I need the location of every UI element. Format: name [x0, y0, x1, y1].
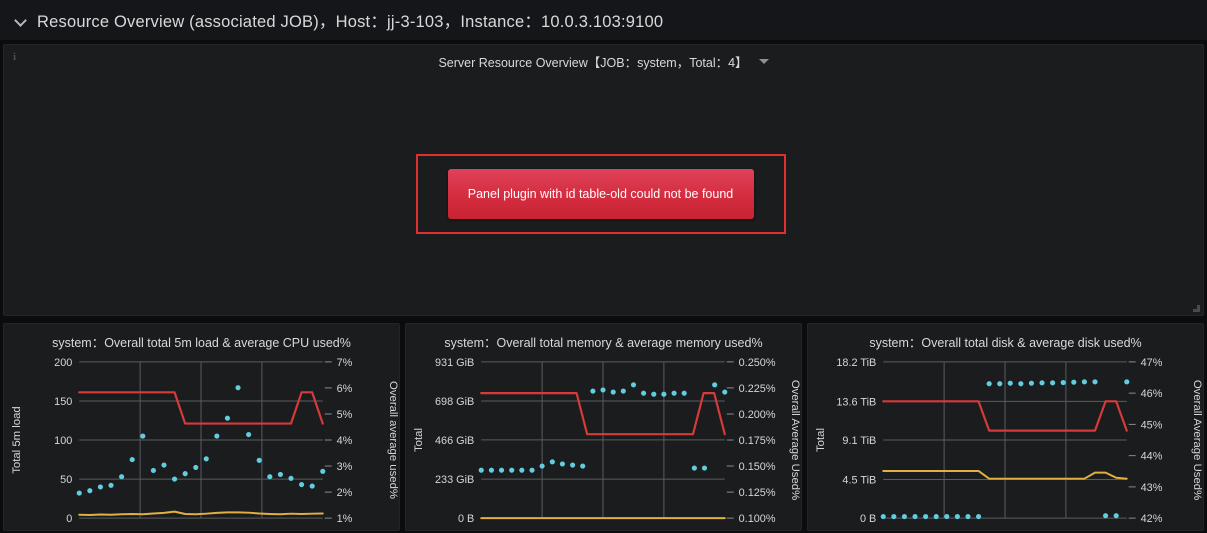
svg-text:43%: 43%	[1141, 482, 1163, 494]
svg-text:0 B: 0 B	[458, 513, 474, 525]
svg-text:0.125%: 0.125%	[739, 487, 776, 499]
svg-text:0: 0	[66, 513, 72, 525]
svg-text:6%: 6%	[337, 383, 353, 395]
svg-text:150: 150	[54, 396, 72, 408]
svg-text:698 GiB: 698 GiB	[435, 396, 474, 408]
svg-text:46%: 46%	[1141, 388, 1163, 400]
server-resource-overview-panel: i Server Resource Overview【JOB：system，To…	[3, 44, 1204, 316]
chart-panel-memory: system：Overall total memory & average me…	[405, 323, 802, 531]
svg-text:233 GiB: 233 GiB	[435, 474, 474, 486]
dashboard-header: Resource Overview (associated JOB)，Host：…	[0, 0, 1207, 41]
svg-text:2%: 2%	[337, 487, 353, 499]
chart-panel-disk: system：Overall total disk & average disk…	[807, 323, 1204, 531]
panel-error-outline: Panel plugin with id table-old could not…	[415, 153, 786, 234]
svg-text:Overall average used%: Overall average used%	[387, 381, 399, 499]
svg-text:4.5 TiB: 4.5 TiB	[842, 474, 876, 486]
chart-plot-area[interactable]: 18.2 TiB 13.6 TiB 9.1 TiB 4.5 TiB 0 B Total 47…	[808, 352, 1203, 530]
svg-text:3%: 3%	[337, 461, 353, 473]
svg-text:4%: 4%	[337, 435, 353, 447]
svg-text:200: 200	[54, 357, 72, 369]
svg-text:42%: 42%	[1141, 513, 1163, 525]
panel-content: Panel plugin with id table-old could not…	[4, 78, 1203, 315]
chart-row: system：Overall total 5m load & average C…	[3, 323, 1204, 531]
chart-canvas: 200 150 100 50 0 Total 5m load 7% 6% 5% 4% 3% 2% 1% O…	[11, 357, 399, 525]
svg-text:45%: 45%	[1141, 419, 1163, 431]
svg-text:0 B: 0 B	[860, 513, 876, 525]
chart-title: system：Overall total disk & average disk…	[869, 336, 1142, 350]
svg-text:0.175%: 0.175%	[739, 435, 776, 447]
svg-text:0.200%: 0.200%	[739, 409, 776, 421]
svg-text:Total 5m load: Total 5m load	[11, 406, 23, 474]
svg-text:100: 100	[54, 435, 72, 447]
svg-text:9.1 TiB: 9.1 TiB	[842, 435, 876, 447]
svg-text:466 GiB: 466 GiB	[435, 435, 474, 447]
chart-canvas: 931 GiB 698 GiB 466 GiB 233 GiB 0 B Total 0.25…	[413, 357, 801, 525]
panel-header[interactable]: Server Resource Overview【JOB：system，Tota…	[4, 45, 1203, 78]
svg-text:1%: 1%	[337, 513, 353, 525]
svg-text:Overall Average Used%: Overall Average Used%	[789, 380, 801, 500]
panel-error-message: Panel plugin with id table-old could not…	[447, 168, 754, 219]
chart-title: system：Overall total 5m load & average C…	[52, 336, 351, 350]
svg-text:47%: 47%	[1141, 357, 1163, 369]
page-title: Resource Overview (associated JOB)，Host：…	[37, 13, 664, 31]
chart-canvas: 18.2 TiB 13.6 TiB 9.1 TiB 4.5 TiB 0 B Total 47…	[815, 357, 1203, 525]
svg-text:50: 50	[60, 474, 72, 486]
svg-text:44%: 44%	[1141, 451, 1163, 463]
svg-text:0.100%: 0.100%	[739, 513, 776, 525]
chart-plot-area[interactable]: 200 150 100 50 0 Total 5m load 7% 6% 5% 4% 3% 2% 1% O…	[4, 352, 399, 530]
chart-title: system：Overall total memory & average me…	[444, 336, 763, 350]
resize-handle-icon[interactable]	[1190, 302, 1201, 313]
svg-text:7%: 7%	[337, 357, 353, 369]
info-icon[interactable]: i	[13, 50, 25, 64]
svg-text:0.250%: 0.250%	[739, 357, 776, 369]
svg-text:Overall Average Used%: Overall Average Used%	[1191, 380, 1203, 500]
svg-text:0.225%: 0.225%	[739, 383, 776, 395]
svg-text:Total: Total	[413, 428, 425, 452]
svg-text:Total: Total	[815, 428, 827, 452]
panel-title[interactable]: Server Resource Overview【JOB：system，Tota…	[438, 52, 747, 71]
svg-text:0.150%: 0.150%	[739, 461, 776, 473]
svg-text:13.6 TiB: 13.6 TiB	[836, 396, 876, 408]
svg-text:5%: 5%	[337, 409, 353, 421]
svg-text:931 GiB: 931 GiB	[435, 357, 474, 369]
chart-plot-area[interactable]: 931 GiB 698 GiB 466 GiB 233 GiB 0 B Total 0.25…	[406, 352, 801, 530]
svg-text:18.2 TiB: 18.2 TiB	[836, 357, 876, 369]
chevron-down-icon[interactable]	[758, 59, 769, 64]
chart-panel-cpu: system：Overall total 5m load & average C…	[3, 323, 400, 531]
chevron-down-icon[interactable]	[14, 13, 28, 27]
